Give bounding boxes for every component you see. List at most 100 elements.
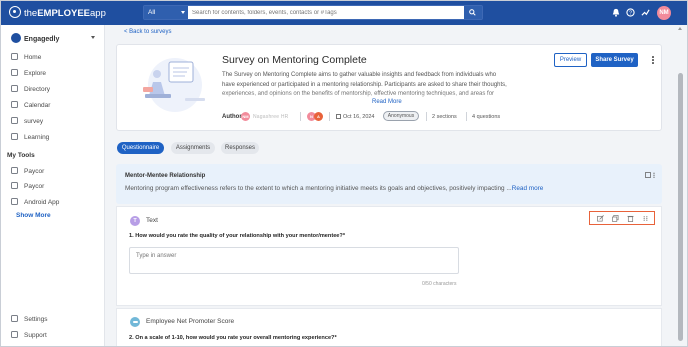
sidebar-item-survey[interactable]: survey <box>11 116 43 127</box>
search-icon <box>469 9 476 16</box>
author-label: Author <box>222 114 242 120</box>
more-options-icon[interactable] <box>651 56 655 66</box>
answer-input[interactable] <box>129 247 459 274</box>
sidebar-item-label: Directory <box>24 86 51 93</box>
logo-suffix: app <box>90 8 106 19</box>
link-icon <box>11 182 18 189</box>
question-card: Employee Net Promoter Score 2. On a scal… <box>116 308 662 346</box>
question-type-label: Text <box>146 217 158 224</box>
divider <box>329 112 330 121</box>
read-more-link[interactable]: Read More <box>372 99 402 105</box>
question-text: 1. How would you rate the quality of you… <box>129 233 346 239</box>
sidebar-item-home[interactable]: Home <box>11 52 41 63</box>
tool-item-label: Android App <box>24 199 60 206</box>
tab-assignments[interactable]: Assignments <box>171 142 215 154</box>
learning-icon <box>11 133 18 140</box>
survey-date: Oct 16, 2024 <box>336 114 375 120</box>
sidebar: Engagedly Home Explore Directory Calenda… <box>1 25 105 346</box>
duplicate-icon[interactable] <box>612 215 619 222</box>
search-scope-select[interactable]: All <box>144 6 188 19</box>
org-switcher[interactable]: Engagedly <box>11 33 59 43</box>
search-input[interactable] <box>192 6 462 19</box>
top-bar: theEMPLOYEEapp All ? NM <box>1 1 687 25</box>
logo-icon <box>9 6 21 18</box>
tool-item-label: Paycor <box>24 183 45 190</box>
tool-item-android-app[interactable]: Android App <box>11 197 59 208</box>
author-name: Nagashree HR <box>253 114 289 120</box>
chevron-down-icon[interactable] <box>91 36 95 39</box>
sidebar-item-label: Calendar <box>24 102 51 109</box>
main-scrollbar[interactable] <box>674 25 687 346</box>
scroll-up-icon[interactable] <box>678 27 682 30</box>
divider <box>426 112 427 121</box>
anonymous-badge: Anonymous <box>383 111 419 121</box>
sidebar-item-support[interactable]: Support <box>11 330 47 341</box>
sidebar-item-label: Learning <box>24 134 50 141</box>
sidebar-item-learning[interactable]: Learning <box>11 132 49 143</box>
question-count: 4 questions <box>472 114 501 120</box>
sidebar-item-label: Support <box>24 332 47 339</box>
scroll-thumb[interactable] <box>678 73 683 341</box>
sidebar-item-directory[interactable]: Directory <box>11 84 50 95</box>
sidebar-item-label: Explore <box>24 70 47 77</box>
sidebar-item-calendar[interactable]: Calendar <box>11 100 50 111</box>
svg-text:?: ? <box>629 11 632 17</box>
collaborator-avatar[interactable]: A <box>314 112 323 121</box>
question-type-label: Employee Net Promoter Score <box>146 318 235 325</box>
sidebar-item-label: Settings <box>24 316 48 323</box>
section-description-text: Mentoring program effectiveness refers t… <box>125 185 512 192</box>
tool-item-label: Paycor <box>24 168 45 175</box>
search-button[interactable] <box>464 6 482 19</box>
sidebar-item-label: Home <box>24 54 42 61</box>
sidebar-item-settings[interactable]: Settings <box>11 314 48 325</box>
directory-icon <box>11 85 18 92</box>
divider <box>300 112 301 121</box>
question-actions-toolbar <box>589 211 655 225</box>
chevron-down-icon <box>181 11 185 14</box>
org-name: Engagedly <box>24 36 60 43</box>
sidebar-item-explore[interactable]: Explore <box>11 68 46 79</box>
edit-section-icon[interactable] <box>645 172 657 179</box>
bell-icon[interactable] <box>612 8 620 17</box>
divider <box>466 112 467 121</box>
character-count: 0/50 characters <box>422 281 457 287</box>
survey-title: Survey on Mentoring Complete <box>222 54 367 66</box>
delete-icon[interactable] <box>627 215 634 222</box>
calendar-icon <box>336 114 341 119</box>
section-read-more-link[interactable]: Read more <box>512 185 544 192</box>
nps-type-icon <box>130 317 140 327</box>
calendar-icon <box>11 101 18 108</box>
main-content: < Back to surveys Survey on Mentoring Co… <box>107 25 673 346</box>
tab-responses[interactable]: Responses <box>221 142 259 154</box>
explore-icon <box>11 69 18 76</box>
app-logo[interactable]: theEMPLOYEEapp <box>9 6 106 19</box>
show-more-link[interactable]: Show More <box>16 212 51 219</box>
section-card: Mentor-Mentee Relationship Mentoring pro… <box>116 164 662 204</box>
survey-header-card: Survey on Mentoring Complete The Survey … <box>116 44 662 131</box>
analytics-icon[interactable] <box>641 8 650 17</box>
survey-illustration <box>143 58 205 112</box>
text-type-icon: T <box>130 216 140 226</box>
app-window: theEMPLOYEEapp All ? NM Engagedly Home E… <box>0 0 688 347</box>
preview-button[interactable]: Preview <box>554 53 587 67</box>
org-logo-icon <box>11 33 21 43</box>
tool-item-paycor[interactable]: Paycor <box>11 166 44 177</box>
edit-icon[interactable] <box>597 215 604 222</box>
my-tools-heading: My Tools <box>7 152 35 159</box>
support-icon <box>11 331 18 338</box>
survey-date-text: Oct 16, 2024 <box>343 114 375 120</box>
author-avatar: NM <box>241 112 250 121</box>
tab-questionnaire[interactable]: Questionnaire <box>117 142 164 154</box>
survey-icon <box>11 117 18 124</box>
logo-main: EMPLOYEE <box>37 8 91 19</box>
user-avatar[interactable]: NM <box>657 6 671 20</box>
question-text: 2. On a scale of 1-10, how would you rat… <box>129 335 337 341</box>
settings-icon <box>11 315 18 322</box>
help-icon[interactable]: ? <box>626 8 635 17</box>
question-card: T Text 1. How would you rate the quality… <box>116 206 662 306</box>
share-survey-button[interactable]: Share Survey <box>591 53 638 67</box>
tool-item-paycor-2[interactable]: Paycor <box>11 181 44 192</box>
back-to-surveys-link[interactable]: < Back to surveys <box>124 29 172 35</box>
description-fade <box>222 91 510 103</box>
drag-handle-icon[interactable] <box>642 215 649 222</box>
